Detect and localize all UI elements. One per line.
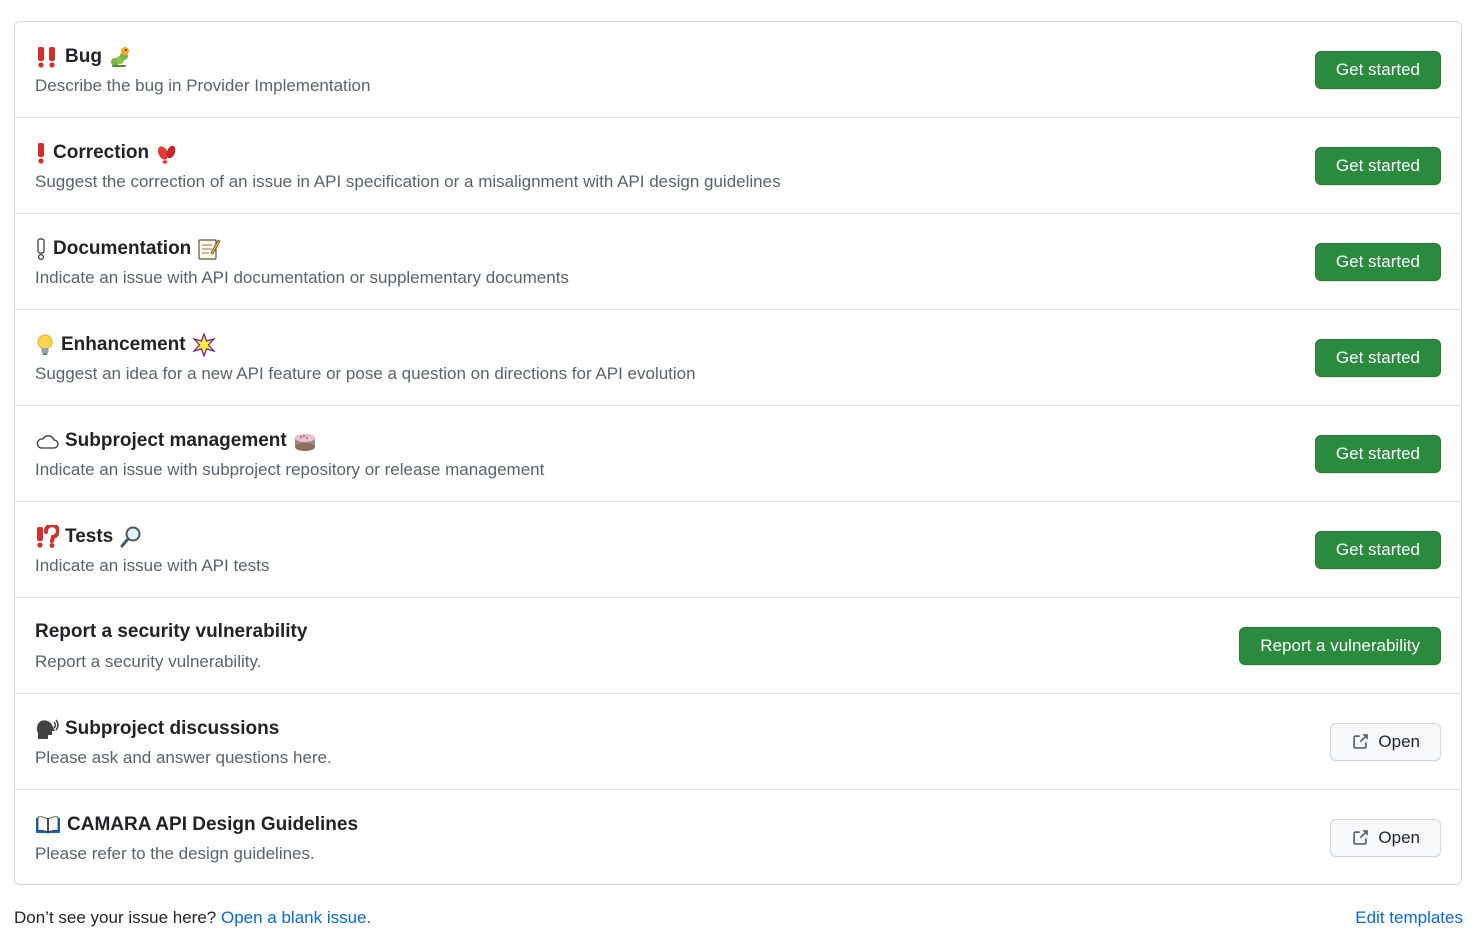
cloud-icon (35, 429, 59, 453)
template-title-row: Bug (35, 45, 132, 69)
template-description: Describe the bug in Provider Implementat… (35, 76, 371, 95)
report-vulnerability-button[interactable]: Report a vulnerability (1239, 627, 1441, 665)
template-row-correction: Correction Suggest the correction of an … (15, 118, 1461, 214)
footprints-icon (155, 141, 179, 165)
template-title-row: Subproject discussions (35, 717, 279, 741)
template-description: Indicate an issue with subproject reposi… (35, 460, 545, 479)
exclamation-question-icon (35, 525, 59, 549)
template-description: Indicate an issue with API documentation… (35, 268, 569, 287)
external-link-icon (1351, 829, 1369, 847)
template-title-row: Tests (35, 525, 143, 549)
footer: Don’t see your issue here? Open a blank … (14, 908, 1463, 928)
white-exclamation-icon (35, 237, 47, 261)
template-title-row: Correction (35, 141, 179, 165)
template-description: Indicate an issue with API tests (35, 556, 270, 575)
template-title-row: Report a security vulnerability (35, 621, 307, 643)
get-started-button[interactable]: Get started (1314, 147, 1441, 185)
sparkle-icon (191, 333, 216, 357)
template-row-documentation: Documentation Indicate an issue with API… (15, 214, 1461, 310)
template-row-enhancement: Enhancement Suggest an idea for a new AP… (15, 310, 1461, 406)
get-started-button[interactable]: Get started (1314, 435, 1441, 473)
template-row-discussions: Subproject discussions Please ask and an… (15, 694, 1461, 790)
button-label: Open (1378, 828, 1420, 847)
template-title-row: Enhancement (35, 333, 216, 357)
template-row-subproject-management: Subproject management Indicate an issue … (15, 406, 1461, 502)
get-started-button[interactable]: Get started (1314, 531, 1441, 569)
template-description: Report a security vulnerability. (35, 652, 262, 671)
template-title: Enhancement (61, 334, 186, 355)
template-row-guidelines: CAMARA API Design Guidelines Please refe… (15, 790, 1461, 884)
template-title: Bug (65, 46, 102, 67)
footer-left: Don’t see your issue here? Open a blank … (14, 908, 371, 928)
template-row-security: Report a security vulnerability Report a… (15, 598, 1461, 694)
get-started-button[interactable]: Get started (1314, 51, 1441, 89)
template-title-row: Documentation (35, 237, 221, 261)
button-label: Open (1378, 732, 1420, 751)
magnifier-icon (119, 525, 143, 549)
issue-template-list: Bug Describe the bug in Provider Impleme… (14, 21, 1462, 885)
template-title: Report a security vulnerability (35, 621, 308, 642)
template-description: Suggest an idea for a new API feature or… (35, 364, 696, 383)
template-title: Tests (65, 526, 114, 547)
get-started-button[interactable]: Get started (1314, 243, 1441, 281)
light-bulb-icon (35, 333, 55, 357)
memo-icon (197, 237, 221, 261)
bug-icon (108, 45, 132, 69)
get-started-button[interactable]: Get started (1314, 339, 1441, 377)
footer-prompt: Don’t see your issue here? (14, 908, 217, 927)
open-guidelines-button[interactable]: Open (1330, 819, 1441, 857)
template-title-row: CAMARA API Design Guidelines (35, 813, 358, 837)
template-title: Subproject management (65, 430, 287, 451)
template-title-row: Subproject management (35, 429, 317, 453)
template-title: Correction (53, 142, 150, 163)
open-discussions-button[interactable]: Open (1330, 723, 1441, 761)
edit-templates-link[interactable]: Edit templates (1355, 908, 1463, 928)
cake-icon (293, 429, 317, 453)
template-description: Suggest the correction of an issue in AP… (35, 172, 781, 191)
external-link-icon (1351, 733, 1369, 751)
red-exclamation-icon (35, 141, 47, 165)
double-exclamation-icon (35, 45, 59, 69)
template-title: Documentation (53, 238, 192, 259)
template-description: Please refer to the design guidelines. (35, 844, 315, 863)
speaking-head-icon (35, 717, 59, 741)
template-row-tests: Tests Indicate an issue with API tests G… (15, 502, 1461, 598)
template-title: Subproject discussions (65, 718, 280, 739)
open-blank-issue-link[interactable]: Open a blank issue. (221, 908, 371, 927)
template-title: CAMARA API Design Guidelines (67, 814, 359, 835)
open-book-icon (35, 813, 61, 837)
template-description: Please ask and answer questions here. (35, 748, 332, 767)
template-row-bug: Bug Describe the bug in Provider Impleme… (15, 22, 1461, 118)
